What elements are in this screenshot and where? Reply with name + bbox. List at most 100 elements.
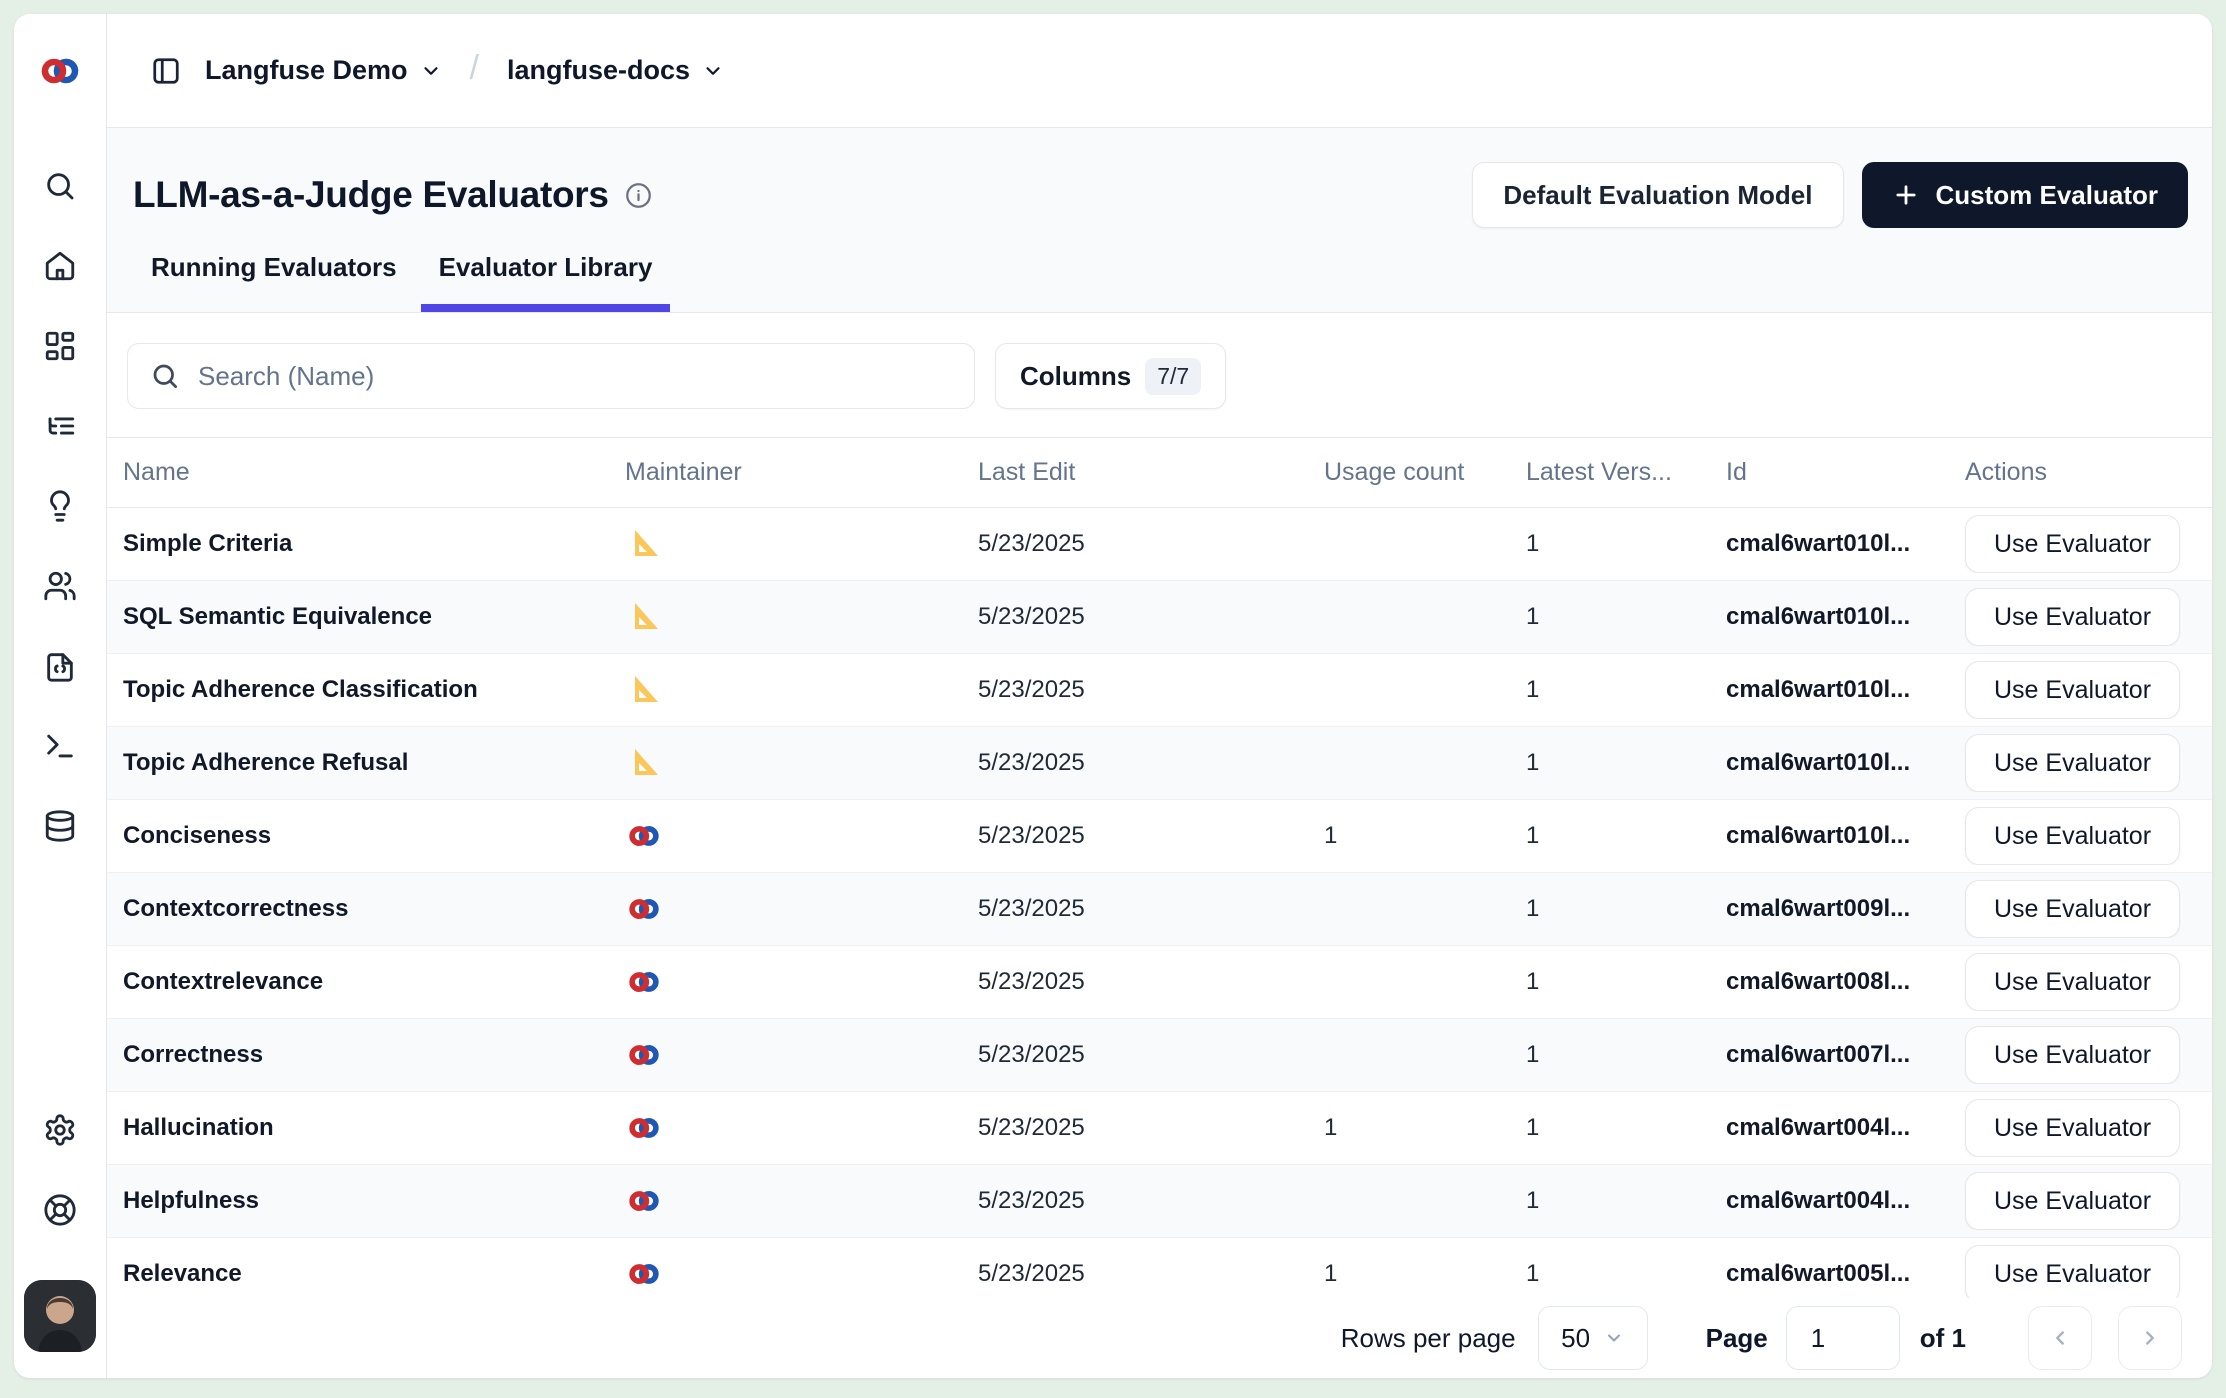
table-row[interactable]: Simple Criteria 5/23/2025 1 cmal6wart010… (107, 508, 2212, 581)
columns-button[interactable]: Columns 7/7 (995, 343, 1226, 409)
org-switcher[interactable]: Langfuse Demo (205, 55, 442, 86)
actions-cell: Use Evaluator (1949, 1026, 2212, 1084)
maintainer-cell (609, 671, 962, 709)
actions-cell: Use Evaluator (1949, 734, 2212, 792)
column-header-latest-version[interactable]: Latest Vers... (1510, 458, 1710, 487)
column-header-usage-count[interactable]: Usage count (1308, 458, 1510, 487)
evaluator-name: Contextcorrectness (107, 895, 609, 923)
langfuse-maintainer-icon (625, 1036, 663, 1074)
evaluator-name: Simple Criteria (107, 530, 609, 558)
id-cell: cmal6wart004l... (1710, 1187, 1949, 1215)
database-icon[interactable] (42, 808, 78, 844)
evaluator-name: Correctness (107, 1041, 609, 1069)
sidebar-toggle-icon[interactable] (149, 54, 183, 88)
table-toolbar: Columns 7/7 (107, 313, 2212, 437)
usage-count-cell: 1 (1308, 1260, 1510, 1288)
use-evaluator-button[interactable]: Use Evaluator (1965, 734, 2180, 792)
table-row[interactable]: Topic Adherence Classification 5/23/2025… (107, 654, 2212, 727)
use-evaluator-button[interactable]: Use Evaluator (1965, 1026, 2180, 1084)
id-cell: cmal6wart007l... (1710, 1041, 1949, 1069)
use-evaluator-button[interactable]: Use Evaluator (1965, 807, 2180, 865)
table-row[interactable]: Relevance 5/23/2025 1 1 cmal6wart005l...… (107, 1238, 2212, 1298)
latest-version-cell: 1 (1510, 530, 1710, 558)
use-evaluator-button[interactable]: Use Evaluator (1965, 1172, 2180, 1230)
use-evaluator-button[interactable]: Use Evaluator (1965, 588, 2180, 646)
terminal-icon[interactable] (42, 728, 78, 764)
home-icon[interactable] (42, 248, 78, 284)
info-icon[interactable] (625, 182, 652, 209)
users-icon[interactable] (42, 568, 78, 604)
maintainer-cell (609, 1036, 962, 1074)
evaluator-name: Relevance (107, 1260, 609, 1288)
default-evaluation-model-button[interactable]: Default Evaluation Model (1472, 162, 1843, 228)
ragas-maintainer-icon (625, 744, 663, 782)
breadcrumb-separator: / (470, 49, 479, 88)
tab-evaluator-library[interactable]: Evaluator Library (421, 252, 671, 312)
usage-count-cell: 1 (1308, 1114, 1510, 1142)
evaluator-name: Topic Adherence Refusal (107, 749, 609, 777)
latest-version-cell: 1 (1510, 676, 1710, 704)
table-row[interactable]: Conciseness 5/23/2025 1 1 cmal6wart010l.… (107, 800, 2212, 873)
table-row[interactable]: Contextcorrectness 5/23/2025 1 cmal6wart… (107, 873, 2212, 946)
last-edit-cell: 5/23/2025 (962, 968, 1308, 996)
next-page-button[interactable] (2118, 1306, 2182, 1370)
column-header-name[interactable]: Name (107, 458, 609, 487)
maintainer-cell (609, 1255, 962, 1293)
search-icon (150, 361, 180, 391)
column-header-last-edit[interactable]: Last Edit (962, 458, 1308, 487)
search-box[interactable] (127, 343, 975, 409)
use-evaluator-button[interactable]: Use Evaluator (1965, 953, 2180, 1011)
table-row[interactable]: Helpfulness 5/23/2025 1 cmal6wart004l...… (107, 1165, 2212, 1238)
page-number-input[interactable] (1786, 1306, 1900, 1370)
use-evaluator-button[interactable]: Use Evaluator (1965, 661, 2180, 719)
table-row[interactable]: SQL Semantic Equivalence 5/23/2025 1 cma… (107, 581, 2212, 654)
table-row[interactable]: Topic Adherence Refusal 5/23/2025 1 cmal… (107, 727, 2212, 800)
tracing-tree-icon[interactable] (42, 408, 78, 444)
previous-page-button[interactable] (2028, 1306, 2092, 1370)
id-cell: cmal6wart010l... (1710, 676, 1949, 704)
langfuse-maintainer-icon (625, 963, 663, 1001)
langfuse-maintainer-icon (625, 890, 663, 928)
actions-cell: Use Evaluator (1949, 588, 2212, 646)
tab-running-evaluators[interactable]: Running Evaluators (133, 252, 415, 312)
use-evaluator-button[interactable]: Use Evaluator (1965, 1245, 2180, 1298)
evaluator-name: Helpfulness (107, 1187, 609, 1215)
search-icon[interactable] (42, 168, 78, 204)
evaluator-name: Topic Adherence Classification (107, 676, 609, 704)
last-edit-cell: 5/23/2025 (962, 1114, 1308, 1142)
settings-gear-icon[interactable] (42, 1112, 78, 1148)
custom-evaluator-button[interactable]: Custom Evaluator (1862, 162, 2189, 228)
prompts-lightbulb-icon[interactable] (42, 488, 78, 524)
search-input[interactable] (198, 361, 952, 392)
column-header-maintainer[interactable]: Maintainer (609, 458, 962, 487)
column-header-id[interactable]: Id (1710, 458, 1949, 487)
latest-version-cell: 1 (1510, 1187, 1710, 1215)
table-row[interactable]: Correctness 5/23/2025 1 cmal6wart007l...… (107, 1019, 2212, 1092)
use-evaluator-button[interactable]: Use Evaluator (1965, 515, 2180, 573)
project-switcher[interactable]: langfuse-docs (507, 55, 724, 86)
dashboard-icon[interactable] (42, 328, 78, 364)
use-evaluator-button[interactable]: Use Evaluator (1965, 1099, 2180, 1157)
id-cell: cmal6wart010l... (1710, 822, 1949, 850)
last-edit-cell: 5/23/2025 (962, 1041, 1308, 1069)
id-cell: cmal6wart010l... (1710, 749, 1949, 777)
latest-version-cell: 1 (1510, 822, 1710, 850)
table-row[interactable]: Hallucination 5/23/2025 1 1 cmal6wart004… (107, 1092, 2212, 1165)
langfuse-maintainer-icon (625, 1255, 663, 1293)
latest-version-cell: 1 (1510, 1260, 1710, 1288)
use-evaluator-button[interactable]: Use Evaluator (1965, 880, 2180, 938)
actions-cell: Use Evaluator (1949, 1245, 2212, 1298)
datasets-file-code-icon[interactable] (42, 648, 78, 684)
actions-cell: Use Evaluator (1949, 953, 2212, 1011)
user-avatar[interactable] (24, 1280, 96, 1352)
support-lifebuoy-icon[interactable] (42, 1192, 78, 1228)
ragas-maintainer-icon (625, 598, 663, 636)
langfuse-logo[interactable] (14, 14, 106, 128)
rows-per-page-select[interactable]: 50 (1538, 1306, 1648, 1370)
page-total-label: of 1 (1920, 1323, 1966, 1354)
table-row[interactable]: Contextrelevance 5/23/2025 1 cmal6wart00… (107, 946, 2212, 1019)
latest-version-cell: 1 (1510, 1114, 1710, 1142)
last-edit-cell: 5/23/2025 (962, 822, 1308, 850)
evaluator-name: Hallucination (107, 1114, 609, 1142)
maintainer-cell (609, 598, 962, 636)
